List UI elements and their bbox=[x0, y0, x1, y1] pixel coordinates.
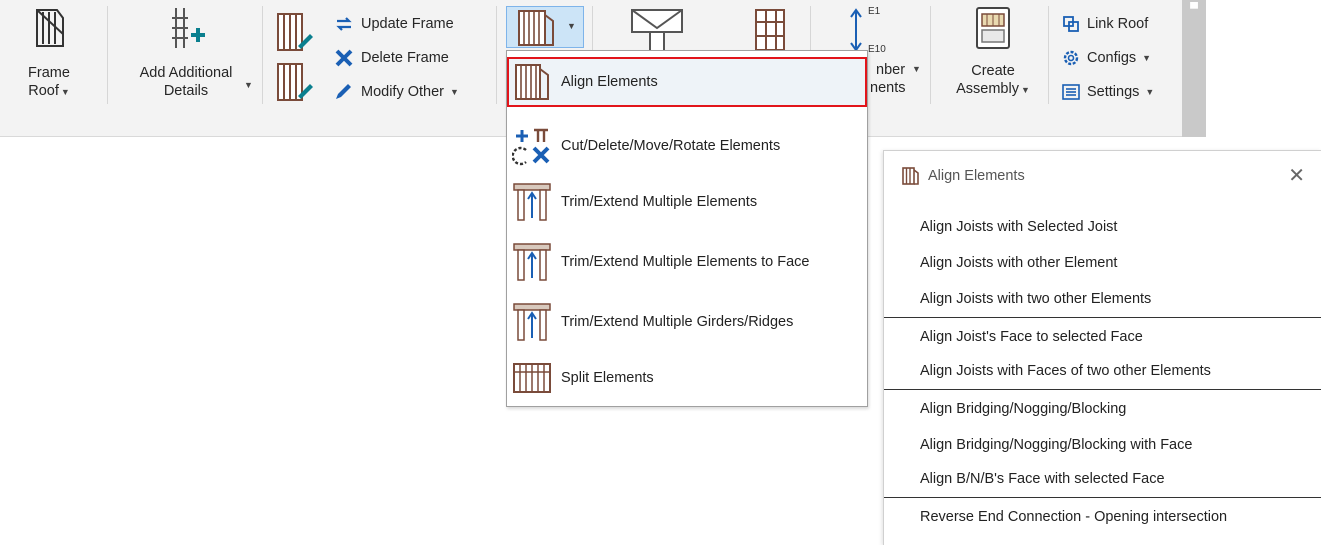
chevron-down-icon[interactable]: ▼ bbox=[244, 80, 253, 90]
panel-item-align-joists-selected[interactable]: Align Joists with Selected Joist bbox=[920, 219, 1117, 235]
panel-item-align-bnb-face[interactable]: Align B/N/B's Face with selected Face bbox=[920, 471, 1165, 487]
add-additional-details-button[interactable]: Add Additional Details bbox=[116, 6, 256, 100]
frame-roof-icon bbox=[36, 9, 64, 47]
chevron-down-icon[interactable]: ▼ bbox=[61, 83, 70, 101]
panel-title: Align Elements bbox=[902, 167, 1025, 185]
elements-icon bbox=[518, 10, 554, 46]
member-elements-label-2: nents bbox=[870, 80, 906, 96]
menu-item-trim-extend-girders[interactable]: Trim/Extend Multiple Girders/Ridges bbox=[507, 297, 867, 347]
menu-item-label: Trim/Extend Multiple Girders/Ridges bbox=[561, 314, 794, 330]
chevron-down-icon[interactable]: ▼ bbox=[1142, 53, 1151, 63]
menu-item-trim-extend[interactable]: Trim/Extend Multiple Elements bbox=[507, 177, 867, 227]
settings-label: Settings bbox=[1087, 84, 1140, 100]
menu-item-label: Split Elements bbox=[561, 370, 654, 386]
trim-extend-icon bbox=[511, 181, 553, 223]
configs-button[interactable]: Configs ▼ bbox=[1062, 46, 1151, 70]
panel-divider bbox=[884, 389, 1321, 390]
align-elements-icon bbox=[902, 167, 919, 185]
close-icon[interactable]: ✕ bbox=[1288, 163, 1305, 187]
chevron-down-icon[interactable]: ▼ bbox=[1021, 81, 1030, 99]
link-roof-label: Link Roof bbox=[1087, 16, 1149, 32]
configs-label: Configs bbox=[1087, 50, 1137, 66]
add-details-icon bbox=[172, 8, 205, 48]
elements-dropdown-menu: Align Elements Cut/Delete/Move/Rotate El… bbox=[506, 50, 868, 407]
chevron-down-icon[interactable]: ▼ bbox=[1145, 87, 1154, 97]
add-details-label-2: Details bbox=[163, 83, 209, 99]
settings-list-icon bbox=[1062, 84, 1080, 100]
member-elements-label-1: nber bbox=[876, 62, 906, 78]
settings-button[interactable]: Settings ▼ bbox=[1062, 80, 1154, 104]
frame-modify-icon bbox=[272, 60, 316, 109]
cut-move-rotate-icon bbox=[511, 125, 553, 167]
panel-divider bbox=[884, 317, 1321, 318]
menu-item-cut-delete-move-rotate[interactable]: Cut/Delete/Move/Rotate Elements bbox=[507, 121, 867, 171]
create-assembly-label-1: Create bbox=[971, 63, 1015, 79]
delete-x-icon bbox=[335, 49, 353, 67]
menu-item-align-elements[interactable]: Align Elements bbox=[507, 57, 867, 107]
frame-roof-button[interactable]: Frame Roof ▼ bbox=[18, 6, 80, 101]
frame-update-icon bbox=[272, 10, 316, 59]
align-elements-panel: Align Elements ✕ Align Joists with Selec… bbox=[883, 150, 1321, 545]
align-elements-icon bbox=[511, 61, 553, 103]
trim-extend-face-icon bbox=[511, 241, 553, 283]
modify-other-label: Modify Other bbox=[361, 84, 444, 100]
gear-icon bbox=[1063, 50, 1079, 66]
frame-roof-label-2: Roof bbox=[28, 83, 59, 99]
update-frame-button[interactable]: Update Frame bbox=[334, 12, 454, 36]
link-roof-button[interactable]: Link Roof bbox=[1062, 12, 1148, 36]
chevron-down-icon[interactable]: ▼ bbox=[450, 87, 459, 97]
panel-item-align-joists-faces-two[interactable]: Align Joists with Faces of two other Ele… bbox=[920, 363, 1211, 379]
menu-item-label: Trim/Extend Multiple Elements to Face bbox=[561, 254, 810, 270]
split-elements-icon bbox=[511, 357, 553, 399]
menu-item-split-elements[interactable]: Split Elements bbox=[507, 353, 867, 403]
chevron-down-icon[interactable]: ▼ bbox=[567, 21, 576, 31]
panel-item-align-bridging[interactable]: Align Bridging/Nogging/Blocking bbox=[920, 401, 1126, 417]
add-details-label-1: Add Additional bbox=[139, 65, 233, 81]
create-assembly-button[interactable]: Create Assembly ▼ bbox=[948, 6, 1038, 99]
menu-item-trim-extend-to-face[interactable]: Trim/Extend Multiple Elements to Face bbox=[507, 237, 867, 287]
frame-roof-label-1: Frame bbox=[28, 65, 70, 81]
panel-divider bbox=[884, 497, 1321, 498]
ribbon-divider bbox=[262, 6, 263, 104]
e10-label: E10 bbox=[868, 44, 886, 55]
ribbon-divider bbox=[107, 6, 108, 104]
ribbon-divider bbox=[1048, 6, 1049, 104]
panel-item-align-joists-other[interactable]: Align Joists with other Element bbox=[920, 255, 1117, 271]
panel-title-text: Align Elements bbox=[928, 168, 1025, 184]
update-frame-label: Update Frame bbox=[361, 16, 454, 32]
refresh-arrows-icon bbox=[336, 17, 352, 31]
scroll-up-icon[interactable]: ▀ bbox=[1186, 3, 1202, 21]
ribbon-scrollbar[interactable]: ▀ bbox=[1182, 0, 1206, 137]
menu-item-label: Cut/Delete/Move/Rotate Elements bbox=[561, 138, 781, 154]
pencil-icon bbox=[336, 84, 351, 99]
panel-item-align-bridging-face[interactable]: Align Bridging/Nogging/Blocking with Fac… bbox=[920, 437, 1192, 453]
delete-frame-label: Delete Frame bbox=[361, 50, 449, 66]
e1-label: E1 bbox=[868, 6, 881, 17]
panel-item-reverse-end-connection[interactable]: Reverse End Connection - Opening interse… bbox=[920, 509, 1227, 525]
modify-other-button[interactable]: Modify Other ▼ bbox=[334, 80, 459, 104]
delete-frame-button[interactable]: Delete Frame bbox=[334, 46, 449, 70]
align-elements-dropdown-button[interactable]: ▼ bbox=[506, 6, 584, 48]
ribbon-divider bbox=[930, 6, 931, 104]
ribbon-divider bbox=[496, 6, 497, 104]
panel-item-align-joist-face[interactable]: Align Joist's Face to selected Face bbox=[920, 329, 1143, 345]
menu-item-label: Align Elements bbox=[561, 74, 658, 90]
trim-extend-girders-icon bbox=[511, 301, 553, 343]
menu-item-label: Trim/Extend Multiple Elements bbox=[561, 194, 758, 210]
panel-item-align-joists-two-other[interactable]: Align Joists with two other Elements bbox=[920, 291, 1151, 307]
link-icon bbox=[1063, 16, 1079, 32]
assembly-icon bbox=[976, 7, 1010, 49]
create-assembly-label-2: Assembly bbox=[956, 81, 1019, 97]
chevron-down-icon[interactable]: ▼ bbox=[912, 64, 921, 74]
